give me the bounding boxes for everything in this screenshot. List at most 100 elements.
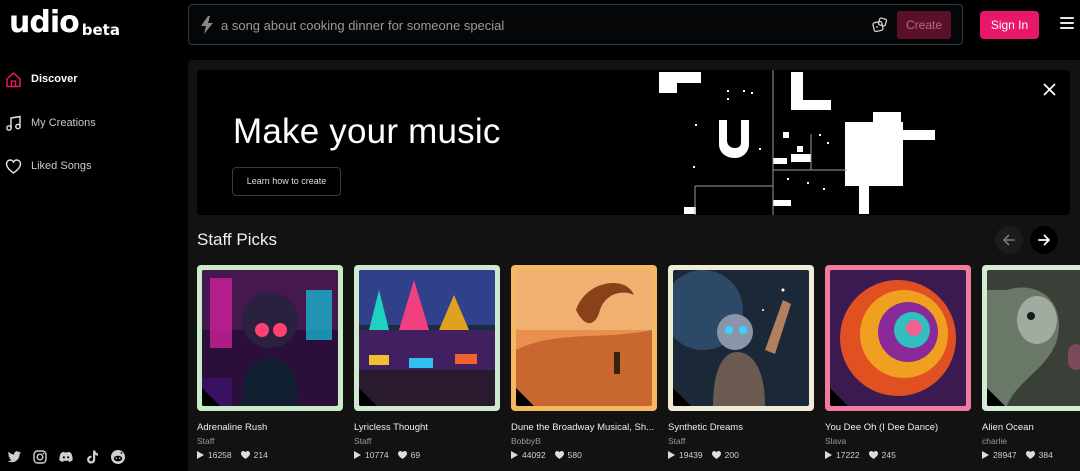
song-stats: 28947 384 <box>982 450 1080 460</box>
song-title[interactable]: Synthetic Dreams <box>668 422 814 433</box>
side-panel-handle[interactable] <box>1068 344 1080 370</box>
play-icon <box>825 451 832 459</box>
play-count: 28947 <box>993 450 1017 460</box>
song-cover-art <box>987 270 1080 406</box>
staff-picks-title: Staff Picks <box>197 230 277 249</box>
song-card[interactable]: Alien Ocean charlie 28947 384 <box>982 265 1080 460</box>
song-title[interactable]: Lyricless Thought <box>354 422 500 433</box>
song-title[interactable]: You Dee Oh (I Dee Dance) <box>825 422 971 433</box>
song-card[interactable]: Adrenaline Rush Staff 16258 214 <box>197 265 343 460</box>
song-artist[interactable]: BobbyB <box>511 436 657 446</box>
carousel-prev-button[interactable] <box>995 226 1023 254</box>
song-cover-frame[interactable] <box>511 265 657 411</box>
song-title[interactable]: Adrenaline Rush <box>197 422 343 433</box>
sidebar-item-liked-songs[interactable]: Liked Songs <box>0 151 188 181</box>
random-prompt-icon[interactable] <box>872 17 888 33</box>
song-artist[interactable]: Staff <box>668 436 814 446</box>
arrow-right-icon <box>1038 234 1050 246</box>
song-stats: 17222 245 <box>825 450 971 460</box>
song-cover-frame[interactable] <box>663 265 814 411</box>
song-title[interactable]: Dune the Broadway Musical, Sh... <box>511 422 657 433</box>
sidebar: Discover My Creations Liked Songs <box>0 50 188 471</box>
song-artist[interactable]: Staff <box>354 436 500 446</box>
top-bar: udio beta Create Sign In <box>0 0 1080 50</box>
song-stats: 19439 200 <box>668 450 814 460</box>
arrow-left-icon <box>1003 234 1015 246</box>
song-card[interactable]: You Dee Oh (I Dee Dance) Slava 17222 245 <box>825 265 971 460</box>
song-card[interactable]: Synthetic Dreams Staff 19439 200 <box>663 265 814 460</box>
song-cover-frame[interactable] <box>197 265 343 411</box>
twitter-icon[interactable] <box>6 449 22 465</box>
learn-how-button[interactable]: Learn how to create <box>232 167 341 196</box>
social-links <box>6 449 126 465</box>
lightning-icon <box>201 16 213 34</box>
prompt-input[interactable] <box>221 13 861 37</box>
sidebar-item-label: My Creations <box>31 117 96 129</box>
heart-icon[interactable] <box>240 451 250 459</box>
main-content: Make your music Learn how to create Staf… <box>188 60 1080 471</box>
song-artist[interactable]: charlie <box>982 436 1080 446</box>
song-cover-art <box>830 270 966 406</box>
udio-logo[interactable]: udio beta <box>9 5 120 40</box>
reddit-icon[interactable] <box>110 449 126 465</box>
heart-icon[interactable] <box>868 451 878 459</box>
discord-icon[interactable] <box>58 449 74 465</box>
prompt-bar: Create <box>188 4 963 45</box>
heart-icon <box>5 158 22 174</box>
logo-beta-label: beta <box>81 21 120 39</box>
hero-banner: Make your music Learn how to create <box>197 70 1070 215</box>
song-stats: 44092 580 <box>511 450 657 460</box>
home-icon <box>6 71 21 87</box>
sign-in-button[interactable]: Sign In <box>980 11 1039 39</box>
instagram-icon[interactable] <box>32 449 48 465</box>
play-count: 16258 <box>208 450 232 460</box>
play-count: 10774 <box>365 450 389 460</box>
song-card[interactable]: Lyricless Thought Staff 10774 69 <box>354 265 500 460</box>
carousel-next-button[interactable] <box>1030 226 1058 254</box>
sidebar-item-discover[interactable]: Discover <box>0 64 188 94</box>
play-icon <box>511 451 518 459</box>
song-cover-frame[interactable] <box>825 265 971 411</box>
like-count: 200 <box>724 450 739 460</box>
logo-text: udio <box>9 5 80 40</box>
hero-pixel-art <box>659 70 935 215</box>
create-button[interactable]: Create <box>897 11 951 39</box>
hamburger-menu-icon[interactable] <box>1060 17 1074 31</box>
play-icon <box>982 451 989 459</box>
play-count: 17222 <box>836 450 860 460</box>
play-icon <box>354 451 361 459</box>
close-icon[interactable] <box>1043 83 1056 96</box>
music-note-icon <box>6 115 21 131</box>
play-count: 44092 <box>522 450 546 460</box>
song-card[interactable]: Dune the Broadway Musical, Sh... BobbyB … <box>511 265 657 460</box>
play-count: 19439 <box>679 450 703 460</box>
tiktok-icon[interactable] <box>84 449 100 465</box>
heart-icon[interactable] <box>397 451 407 459</box>
like-count: 245 <box>881 450 896 460</box>
staff-picks-carousel: Adrenaline Rush Staff 16258 214 Lyricles… <box>197 265 1080 471</box>
play-icon <box>668 451 675 459</box>
sidebar-item-label: Liked Songs <box>31 160 92 172</box>
heart-icon[interactable] <box>1025 451 1035 459</box>
song-cover-frame[interactable] <box>982 265 1080 411</box>
song-stats: 16258 214 <box>197 450 343 460</box>
heart-icon[interactable] <box>711 451 721 459</box>
song-artist[interactable]: Staff <box>197 436 343 446</box>
song-cover-frame[interactable] <box>354 265 500 411</box>
song-cover-art <box>359 270 495 406</box>
song-title[interactable]: Alien Ocean <box>982 422 1080 433</box>
song-stats: 10774 69 <box>354 450 500 460</box>
song-cover-art <box>663 270 809 406</box>
sidebar-item-my-creations[interactable]: My Creations <box>0 108 188 138</box>
play-icon <box>197 451 204 459</box>
song-cover-art <box>516 270 652 406</box>
song-cover-art <box>202 270 338 406</box>
like-count: 69 <box>410 450 421 460</box>
like-count: 580 <box>567 450 582 460</box>
heart-icon[interactable] <box>554 451 564 459</box>
song-artist[interactable]: Slava <box>825 436 971 446</box>
hero-title: Make your music <box>233 112 501 151</box>
like-count: 384 <box>1038 450 1053 460</box>
sidebar-item-label: Discover <box>31 73 78 85</box>
like-count: 214 <box>253 450 268 460</box>
